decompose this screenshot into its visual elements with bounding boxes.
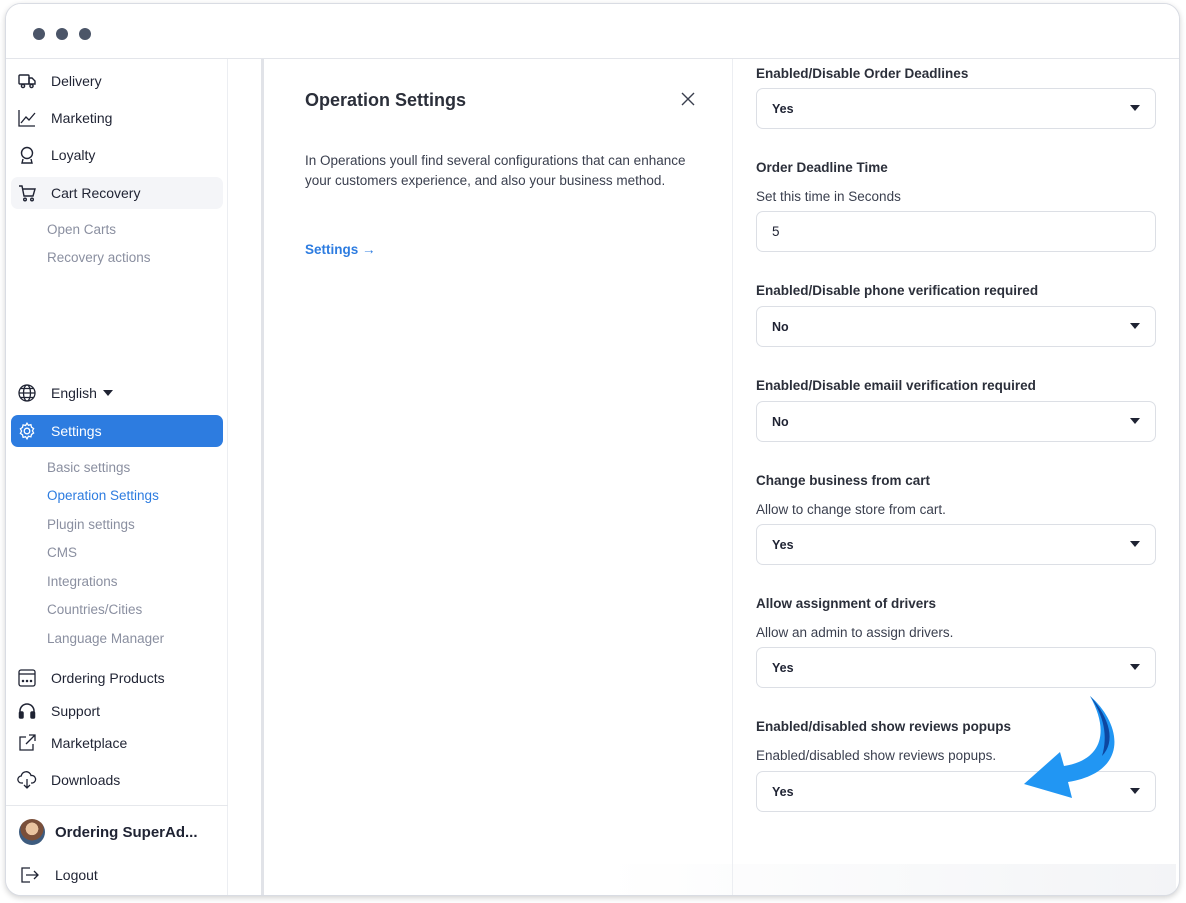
curved-arrow-icon (1024, 696, 1115, 798)
settings-link[interactable]: Settings → (305, 242, 376, 257)
caret-down-icon (1130, 323, 1140, 329)
input-value: 5 (772, 224, 780, 239)
select-value: Yes (772, 660, 794, 675)
sidebar-item-marketplace[interactable]: Marketplace (11, 727, 223, 759)
select-value: No (772, 414, 789, 429)
deadline-time-hint: Set this time in Seconds (756, 189, 901, 204)
avatar (19, 819, 45, 845)
cloud-download-icon (17, 770, 37, 790)
sidebar-item-delivery[interactable]: Delivery (11, 65, 223, 97)
caret-down-icon (1130, 541, 1140, 547)
sidebar-item-marketing[interactable]: Marketing (11, 102, 223, 134)
user-profile[interactable]: Ordering SuperAd... (11, 815, 223, 849)
sidebar-item-settings[interactable]: Settings (11, 415, 223, 447)
sidebar-item-label: Support (51, 703, 101, 719)
sidebar-item-label: Marketplace (51, 735, 128, 751)
sidebar-subitem-integrations[interactable]: Integrations (47, 574, 118, 589)
caret-down-icon (1130, 105, 1140, 111)
window-dot-icon (79, 28, 91, 40)
window-dot-icon (33, 28, 45, 40)
content-gutter (228, 59, 263, 895)
external-link-icon (17, 733, 37, 753)
title-bar (6, 4, 1179, 59)
sidebar-item-downloads[interactable]: Downloads (11, 764, 223, 796)
award-icon (17, 145, 37, 165)
caret-down-icon (1130, 664, 1140, 670)
select-value: Yes (772, 784, 794, 799)
user-name: Ordering SuperAd... (55, 823, 198, 841)
reviews-popups-hint: Enabled/disabled show reviews popups. (756, 748, 997, 763)
assign-drivers-hint: Allow an admin to assign drivers. (756, 625, 954, 640)
close-button[interactable] (678, 89, 698, 109)
sidebar-subitem-cms[interactable]: CMS (47, 545, 77, 560)
language-label: English (51, 385, 97, 401)
cart-icon (17, 183, 37, 203)
sidebar-subitem-basic-settings[interactable]: Basic settings (47, 460, 130, 475)
page-description: In Operations youll find several configu… (305, 153, 686, 188)
sidebar-subitem-language-manager[interactable]: Language Manager (47, 631, 164, 646)
chevron-down-icon (102, 390, 113, 396)
deadline-time-label: Order Deadline Time (756, 160, 888, 175)
close-icon (681, 92, 695, 106)
globe-icon (17, 383, 37, 403)
gear-icon (17, 421, 37, 441)
change-business-hint: Allow to change store from cart. (756, 502, 946, 517)
sidebar-item-support[interactable]: Support (11, 695, 223, 727)
window-icon (17, 668, 37, 688)
sidebar-subitem-plugin-settings[interactable]: Plugin settings (47, 517, 135, 532)
order-deadlines-label: Enabled/Disable Order Deadlines (756, 66, 969, 81)
assign-drivers-label: Allow assignment of drivers (756, 596, 937, 611)
email-verification-select[interactable]: No (756, 401, 1156, 442)
sidebar-item-label: Ordering Products (51, 670, 165, 686)
page-title: Operation Settings (305, 90, 467, 110)
sidebar-item-label: Settings (51, 423, 102, 439)
sidebar-subitem-recovery-actions[interactable]: Recovery actions (47, 250, 151, 265)
deadline-time-input[interactable]: 5 (756, 211, 1156, 252)
email-verification-label: Enabled/Disable emaiil verification requ… (756, 378, 1036, 393)
assign-drivers-select[interactable]: Yes (756, 647, 1156, 688)
caret-down-icon (1130, 788, 1140, 794)
sidebar-item-ordering-products[interactable]: Ordering Products (11, 662, 223, 694)
phone-verification-label: Enabled/Disable phone verification requi… (756, 283, 1039, 298)
logout-label: Logout (55, 867, 98, 883)
logout-icon (20, 865, 40, 885)
sidebar-divider (6, 805, 228, 806)
sidebar-subitem-operation-settings[interactable]: Operation Settings (47, 488, 159, 503)
app-window: Delivery Marketing Loyalty Cart Recovery… (5, 3, 1180, 896)
phone-verification-select[interactable]: No (756, 306, 1156, 347)
language-selector[interactable]: English (11, 377, 223, 409)
change-business-label: Change business from cart (756, 473, 931, 488)
caret-down-icon (1130, 418, 1140, 424)
sidebar-item-label: Delivery (51, 73, 102, 89)
truck-icon (17, 71, 37, 91)
select-value: Yes (772, 537, 794, 552)
sidebar-item-loyalty[interactable]: Loyalty (11, 139, 223, 171)
order-deadlines-select[interactable]: Yes (756, 88, 1156, 129)
sidebar-item-label: Loyalty (51, 147, 96, 163)
sidebar: Delivery Marketing Loyalty Cart Recovery… (6, 59, 228, 895)
select-value: Yes (772, 101, 794, 116)
headset-icon (17, 701, 37, 721)
chart-line-icon (17, 108, 37, 128)
change-business-select[interactable]: Yes (756, 524, 1156, 565)
sidebar-subitem-countries-cities[interactable]: Countries/Cities (47, 602, 142, 617)
sidebar-item-label: Marketing (51, 110, 113, 126)
info-panel: Operation Settings In Operations youll f… (264, 59, 734, 895)
sidebar-item-label: Cart Recovery (51, 185, 141, 201)
sidebar-item-label: Downloads (51, 772, 121, 788)
select-value: No (772, 319, 789, 334)
logout-button[interactable]: Logout (11, 859, 223, 891)
sidebar-item-cart-recovery[interactable]: Cart Recovery (11, 177, 223, 209)
window-dot-icon (56, 28, 68, 40)
reviews-popups-label: Enabled/disabled show reviews popups (756, 719, 1012, 734)
sidebar-subitem-open-carts[interactable]: Open Carts (47, 222, 116, 237)
